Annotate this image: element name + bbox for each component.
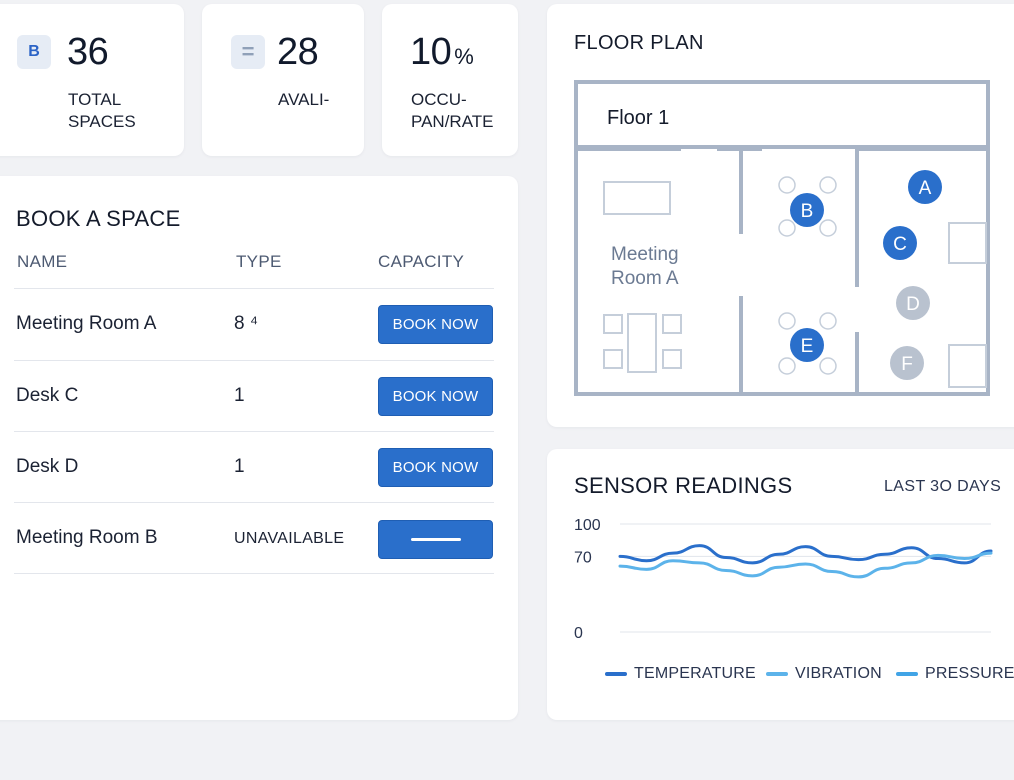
marker-e[interactable]: E — [790, 328, 824, 362]
marker-a[interactable]: A — [908, 170, 942, 204]
marker-label: F — [901, 354, 913, 375]
marker-d[interactable]: D — [896, 286, 930, 320]
stat-card-total: B 36 TOTAL SPACES — [0, 4, 184, 156]
y-tick-label: 100 — [574, 517, 601, 534]
sensor-card: SENSOR READINGS LAST 3O DAYS 100 70 0 TEMP… — [547, 449, 1014, 720]
stat-value-available: 28 — [277, 31, 319, 73]
room-label-line-2: Room A — [611, 268, 679, 289]
vibration-swatch — [766, 672, 788, 676]
spaces-icon: B — [17, 35, 51, 69]
table-row: Desk D 1 BOOK NOW — [14, 431, 494, 503]
booking-card: BOOK A SPACE NAME TYPE CAPACITY Meeting … — [0, 176, 518, 720]
space-name: Meeting Room B — [16, 527, 158, 548]
stat-card-occupancy: 10% OCCU- PAN/RATE — [382, 4, 518, 156]
marker-label: E — [801, 336, 814, 357]
legend-label-vibration: VIBRATION — [795, 665, 882, 682]
space-type: 1 — [234, 456, 245, 477]
sensor-period: LAST 3O DAYS — [884, 478, 1002, 495]
stat-value-total: 36 — [67, 31, 109, 73]
column-header-type: TYPE — [236, 252, 282, 271]
sensor-title: SENSOR READINGS — [574, 473, 793, 498]
booking-title: BOOK A SPACE — [16, 206, 181, 231]
room-label-line-1: Meeting — [611, 244, 679, 265]
y-tick-label: 0 — [574, 625, 583, 642]
floor-plan-card: FLOOR PLAN Floor 1 Meeting Room A A B C … — [547, 4, 1014, 427]
legend-label-pressure: PRESSURE — [925, 665, 1014, 682]
space-name: Desk C — [16, 385, 79, 406]
stat-value-occupancy: 10% — [410, 31, 474, 74]
table-row: Meeting Room A 8 ⁴ BOOK NOW — [14, 288, 494, 360]
space-name: Desk D — [16, 456, 79, 477]
book-now-button[interactable]: BOOK NOW — [378, 448, 493, 487]
space-type: UNAVAILABLE — [234, 530, 345, 547]
legend-temperature: TEMPERATURE — [605, 665, 756, 683]
stat-label-total: TOTAL SPACES — [68, 90, 136, 131]
y-tick-label: 70 — [574, 549, 592, 566]
marker-b[interactable]: B — [790, 193, 824, 227]
book-now-button[interactable]: BOOK NOW — [378, 305, 493, 344]
marker-label: D — [906, 294, 920, 315]
marker-c[interactable]: C — [883, 226, 917, 260]
temperature-swatch — [605, 672, 627, 676]
occupancy-number: 10 — [410, 31, 452, 73]
marker-label: B — [801, 201, 814, 222]
unavailable-button[interactable] — [378, 520, 493, 559]
equals-icon: = — [231, 35, 265, 69]
column-header-capacity: CAPACITY — [378, 252, 465, 271]
marker-label: C — [893, 234, 907, 255]
floor-label: Floor 1 — [607, 107, 669, 129]
stat-card-available: = 28 AVALI- — [202, 4, 364, 156]
floor-plan-map: Floor 1 Meeting Room A A B C D E F — [574, 80, 990, 396]
legend-pressure: PRESSURE — [896, 665, 1014, 683]
marker-f[interactable]: F — [890, 346, 924, 380]
pressure-swatch — [896, 672, 918, 676]
stat-label-available: AVALI- — [278, 90, 330, 109]
marker-label: A — [919, 178, 932, 199]
book-now-button[interactable]: BOOK NOW — [378, 377, 493, 416]
table-shape — [603, 181, 671, 215]
legend-vibration: VIBRATION — [766, 665, 882, 683]
column-header-name: NAME — [17, 252, 68, 271]
stat-label-occupancy: OCCU- PAN/RATE — [411, 90, 494, 131]
space-type: 1 — [234, 385, 245, 406]
table-row: Meeting Room B UNAVAILABLE — [14, 502, 494, 574]
legend-label-temperature: TEMPERATURE — [634, 665, 756, 682]
occupancy-unit: % — [454, 44, 474, 69]
space-type: 8 ⁴ — [234, 313, 259, 334]
dash-icon — [410, 538, 461, 541]
table-row: Desk C 1 BOOK NOW — [14, 360, 494, 432]
space-name: Meeting Room A — [16, 313, 157, 334]
